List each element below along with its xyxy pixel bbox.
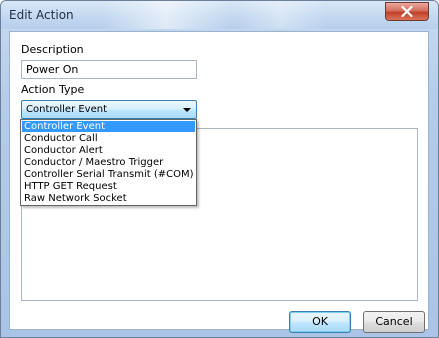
action-type-label: Action Type — [21, 83, 85, 96]
dropdown-option-controller-event[interactable]: Controller Event — [22, 121, 195, 132]
title-bar-glass — [236, 1, 326, 29]
edit-action-window: Edit Action Description Power On Action … — [0, 0, 439, 338]
dropdown-option-raw-network-socket[interactable]: Raw Network Socket — [22, 193, 195, 204]
description-input[interactable]: Power On — [21, 60, 197, 79]
action-type-dropdown-list: Controller Event Conductor Call Conducto… — [20, 119, 197, 206]
window-title: Edit Action — [9, 8, 74, 22]
ok-button[interactable]: OK — [289, 311, 351, 333]
action-type-select[interactable]: Controller Event — [21, 100, 197, 119]
dropdown-option-conductor-call[interactable]: Conductor Call — [22, 133, 195, 144]
dropdown-option-controller-serial-transmit[interactable]: Controller Serial Transmit (#COM) — [22, 169, 195, 180]
action-type-selected-value: Controller Event — [26, 104, 108, 115]
title-bar-glass — [101, 1, 231, 29]
dropdown-option-conductor-maestro-trigger[interactable]: Conductor / Maestro Trigger — [22, 157, 195, 168]
dropdown-option-conductor-alert[interactable]: Conductor Alert — [22, 145, 195, 156]
dropdown-option-http-get-request[interactable]: HTTP GET Request — [22, 181, 195, 192]
title-bar[interactable]: Edit Action — [1, 1, 438, 29]
close-icon — [401, 6, 413, 17]
chevron-down-icon[interactable] — [183, 108, 191, 112]
description-label: Description — [21, 43, 84, 56]
close-button[interactable] — [385, 2, 429, 21]
cancel-button[interactable]: Cancel — [363, 311, 425, 333]
